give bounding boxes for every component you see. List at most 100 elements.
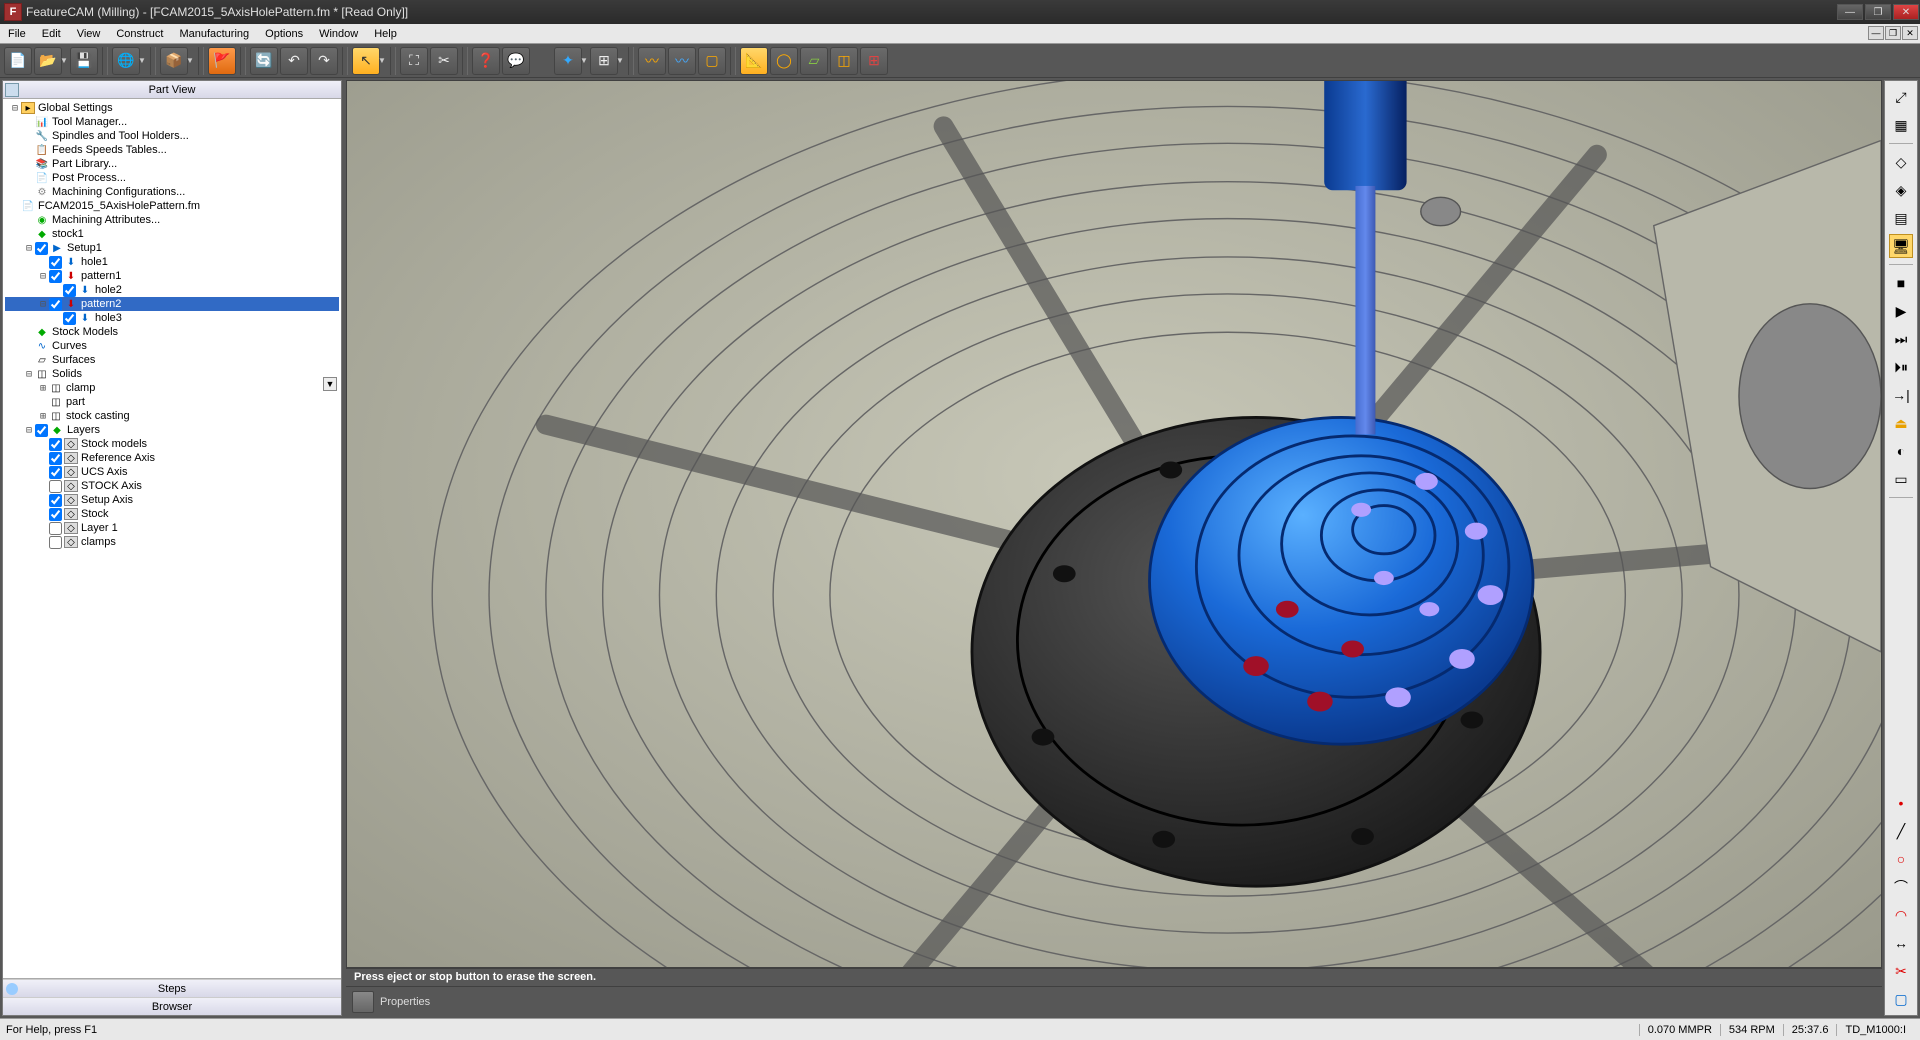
properties-icon[interactable]	[352, 991, 374, 1013]
browser-tab[interactable]: Browser	[3, 997, 341, 1015]
tree-item[interactable]: ⊞◫stock casting	[5, 409, 339, 423]
circle-tool-button[interactable]: ◯	[770, 47, 798, 75]
panel-icon[interactable]	[5, 83, 19, 97]
tree-item[interactable]: ◫part	[5, 395, 339, 409]
tree-item[interactable]: ▱Surfaces	[5, 353, 339, 367]
snap-button[interactable]: ✦	[554, 47, 582, 75]
tree-item[interactable]: ⊟▸Global Settings	[5, 101, 339, 115]
tree-item[interactable]: ◉Machining Attributes...	[5, 213, 339, 227]
tree-item[interactable]: 📊Tool Manager...	[5, 115, 339, 129]
save-button[interactable]: 💾	[70, 47, 98, 75]
point-icon[interactable]: •	[1889, 791, 1913, 815]
line-icon[interactable]: ╱	[1889, 819, 1913, 843]
eject-icon[interactable]: ⏏	[1889, 411, 1913, 435]
circle-icon[interactable]: ○	[1889, 847, 1913, 871]
fastfwd-icon[interactable]: ⏭	[1889, 327, 1913, 351]
open-button[interactable]: 📂	[34, 47, 62, 75]
wireframe-icon[interactable]: ◇	[1889, 150, 1913, 174]
tree-item[interactable]: 📚Part Library...	[5, 157, 339, 171]
tree-item[interactable]: 📄Post Process...	[5, 171, 339, 185]
help-button[interactable]: ❓	[472, 47, 500, 75]
tree-checkbox[interactable]	[49, 256, 62, 269]
menu-file[interactable]: File	[0, 26, 34, 42]
mdi-minimize-button[interactable]: —	[1868, 26, 1884, 40]
tree-dropdown-icon[interactable]: ▼	[323, 377, 337, 391]
arc-icon[interactable]: ◠	[1889, 903, 1913, 927]
3d-viewport[interactable]: TOOLBOX◀ RESULTS◀	[346, 80, 1882, 968]
curve2-button[interactable]: 〰	[668, 47, 696, 75]
curve1-button[interactable]: 〰	[638, 47, 666, 75]
tree-item[interactable]: ⬇hole2	[5, 283, 339, 297]
stop-icon[interactable]: ■	[1889, 271, 1913, 295]
redo-button[interactable]: ↷	[310, 47, 338, 75]
view-icon[interactable]: ▦	[1889, 113, 1913, 137]
menu-help[interactable]: Help	[366, 26, 405, 42]
render-icon[interactable]: 🖥	[1889, 234, 1913, 258]
menu-options[interactable]: Options	[257, 26, 311, 42]
tree-item[interactable]: ◆Stock Models	[5, 325, 339, 339]
menu-edit[interactable]: Edit	[34, 26, 69, 42]
tree-item[interactable]: ⊟◆Layers	[5, 423, 339, 437]
select-button[interactable]: ↖	[352, 47, 380, 75]
rect-icon[interactable]: ▢	[1889, 987, 1913, 1011]
tree-item[interactable]: ◆stock1	[5, 227, 339, 241]
fillet-icon[interactable]: ⌒	[1889, 875, 1913, 899]
tree-checkbox[interactable]	[49, 494, 62, 507]
whatsthis-button[interactable]: 💬	[502, 47, 530, 75]
step-icon[interactable]: →|	[1889, 383, 1913, 407]
tree-item[interactable]: ⊟⬇pattern2	[5, 297, 339, 311]
tree-item[interactable]: ◇UCS Axis	[5, 465, 339, 479]
measure-button[interactable]: 📐	[740, 47, 768, 75]
tree-checkbox[interactable]	[49, 438, 62, 451]
menu-view[interactable]: View	[69, 26, 109, 42]
tree-item[interactable]: ◇clamps	[5, 535, 339, 549]
tree-item[interactable]: ⚙Machining Configurations...	[5, 185, 339, 199]
mdi-restore-button[interactable]: ❐	[1885, 26, 1901, 40]
tree-checkbox[interactable]	[49, 298, 62, 311]
tree-checkbox[interactable]	[49, 536, 62, 549]
tree-item[interactable]: ⊞◫clamp	[5, 381, 339, 395]
slider-icon[interactable]: ▭	[1889, 467, 1913, 491]
tree-item[interactable]: ⊟◫Solids	[5, 367, 339, 381]
axis-icon[interactable]: ⤢	[1889, 85, 1913, 109]
dim-icon[interactable]: ↔	[1889, 931, 1913, 955]
tree-item[interactable]: ⬇hole1	[5, 255, 339, 269]
tree-item[interactable]: ◇Stock	[5, 507, 339, 521]
clip-button[interactable]: ✂	[430, 47, 458, 75]
package-button[interactable]: 📦	[160, 47, 188, 75]
part-tree[interactable]: ⊟▸Global Settings📊Tool Manager...🔧Spindl…	[3, 99, 341, 978]
tree-checkbox[interactable]	[49, 452, 62, 465]
tree-checkbox[interactable]	[49, 466, 62, 479]
new-button[interactable]: 📄	[4, 47, 32, 75]
undo-button[interactable]: ↶	[280, 47, 308, 75]
box-button[interactable]: ▢	[698, 47, 726, 75]
tree-checkbox[interactable]	[49, 270, 62, 283]
tree-item[interactable]: ◇Reference Axis	[5, 451, 339, 465]
region-icon[interactable]: ◐	[1889, 439, 1913, 463]
minimize-button[interactable]: —	[1837, 4, 1863, 20]
tree-checkbox[interactable]	[35, 242, 48, 255]
tree-item[interactable]: 📄FCAM2015_5AxisHolePattern.fm	[5, 199, 339, 213]
close-button[interactable]: ✕	[1893, 4, 1919, 20]
pattern-button[interactable]: ⊞	[860, 47, 888, 75]
tree-item[interactable]: ∿Curves	[5, 339, 339, 353]
mdi-close-button[interactable]: ✕	[1902, 26, 1918, 40]
hidden-icon[interactable]: ▤	[1889, 206, 1913, 230]
menu-construct[interactable]: Construct	[108, 26, 171, 42]
tree-item[interactable]: ⊟⬇pattern1	[5, 269, 339, 283]
tree-item[interactable]: 📋Feeds Speeds Tables...	[5, 143, 339, 157]
play-icon[interactable]: ▶	[1889, 299, 1913, 323]
tree-item[interactable]: ◇Layer 1	[5, 521, 339, 535]
tree-item[interactable]: ◇STOCK Axis	[5, 479, 339, 493]
grid-button[interactable]: ⊞	[590, 47, 618, 75]
transform-button[interactable]: ⛶	[400, 47, 428, 75]
tree-item[interactable]: ◇Setup Axis	[5, 493, 339, 507]
tree-checkbox[interactable]	[35, 424, 48, 437]
tree-checkbox[interactable]	[49, 480, 62, 493]
tree-item[interactable]: 🔧Spindles and Tool Holders...	[5, 129, 339, 143]
tree-item[interactable]: ⬇hole3	[5, 311, 339, 325]
menu-manufacturing[interactable]: Manufacturing	[171, 26, 257, 42]
flag-button[interactable]: 🚩	[208, 47, 236, 75]
tree-checkbox[interactable]	[49, 508, 62, 521]
menu-window[interactable]: Window	[311, 26, 366, 42]
